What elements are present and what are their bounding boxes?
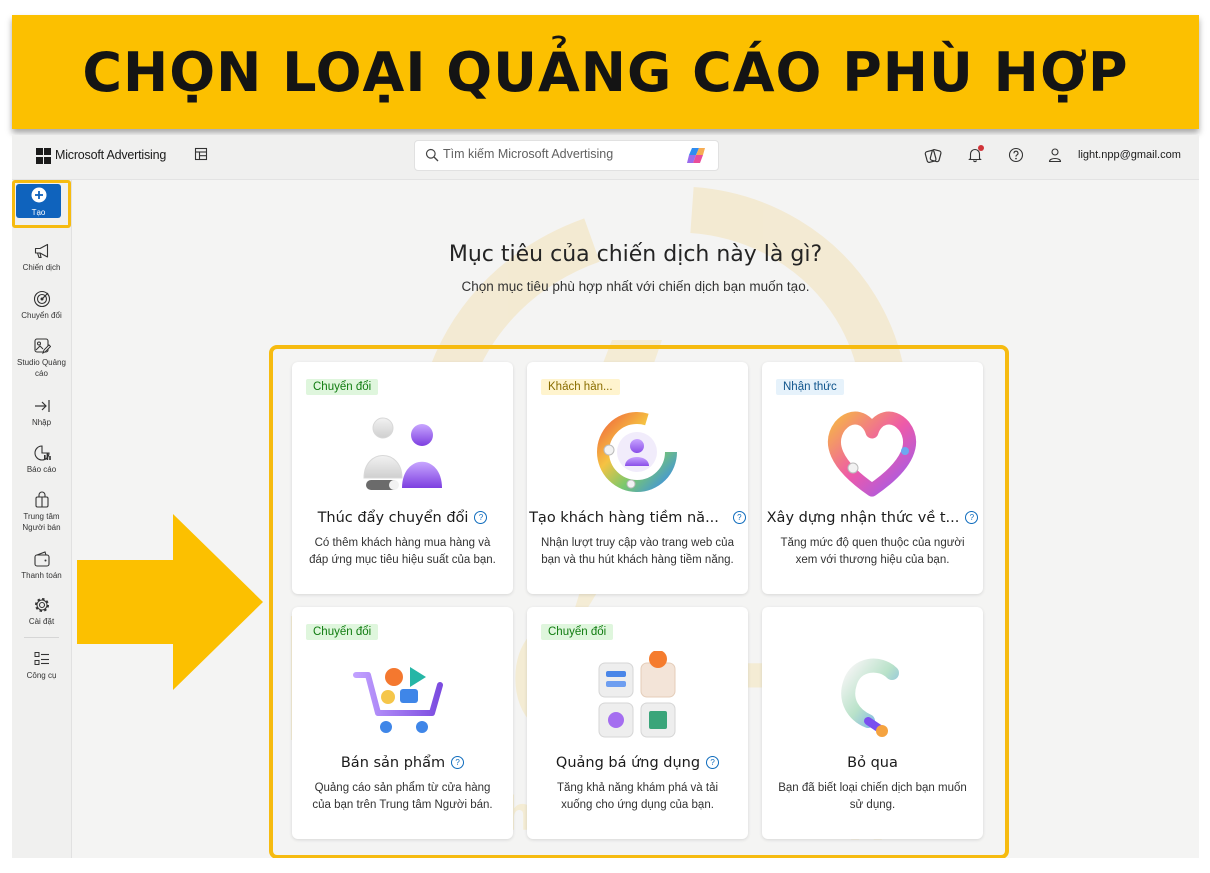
shopping-cart-icon xyxy=(353,667,443,733)
objective-card-conversions[interactable]: Chuyển đổi Thúc đẩy chuyển đổi? Có thêm … xyxy=(292,362,513,594)
objective-card-skip[interactable]: Bỏ qua Bạn đã biết loại chiến dịch bạn m… xyxy=(762,607,983,839)
card-title-text: Tạo khách hàng tiềm nă... xyxy=(529,510,719,526)
sidebar-item-merchant-center[interactable]: Trung tâm Người bán xyxy=(12,491,71,533)
card-badge: Khách hàn... xyxy=(541,379,620,395)
card-title: Xây dựng nhận thức về t...? xyxy=(762,510,983,526)
objective-card-sell-products[interactable]: Chuyển đổi Bán sản phẩm? Quảng cáo sản p… xyxy=(292,607,513,839)
search-icon xyxy=(425,148,439,162)
card-description: Bạn đã biết loại chiến dịch bạn muốn sử … xyxy=(778,782,967,811)
left-sidebar: Tạo Chiến dịch Chuyển đổi Studio Quảng c… xyxy=(12,180,72,858)
card-badge: Chuyển đổi xyxy=(541,624,614,640)
app-grid-icon xyxy=(598,651,676,738)
target-icon xyxy=(33,290,50,308)
page-title: Mục tiêu của chiến dịch này là gì? xyxy=(448,242,823,267)
sidebar-item-label: Chuyển đổi xyxy=(21,311,62,320)
card-badge: Chuyển đổi xyxy=(306,379,379,395)
page-subtitle: Chọn mục tiêu phù hợp nhất với chiến dịc… xyxy=(461,279,810,294)
info-icon[interactable]: ? xyxy=(965,511,979,524)
search-input[interactable] xyxy=(443,147,675,161)
import-arrow-icon xyxy=(34,400,50,412)
sidebar-item-billing[interactable]: Thanh toán xyxy=(12,550,71,581)
objective-card-leads[interactable]: Khách hàn... Tạo khách hàng tiềm nă...? … xyxy=(527,362,748,594)
sidebar-item-conversions[interactable]: Chuyển đổi xyxy=(12,290,71,321)
sidebar-divider xyxy=(24,637,59,638)
sidebar-item-label: Thanh toán xyxy=(21,571,62,580)
card-title: Tạo khách hàng tiềm nă...? xyxy=(527,510,748,526)
search-box[interactable] xyxy=(414,140,719,171)
tools-list-icon xyxy=(34,652,49,665)
wallet-icon xyxy=(33,551,50,567)
pointer-arrow-icon xyxy=(77,514,263,690)
brand-name[interactable]: Microsoft Advertising xyxy=(55,148,166,162)
card-title: Quảng bá ứng dụng? xyxy=(527,755,748,771)
card-description: Nhận lượt truy cập vào trang web của bạn… xyxy=(541,537,734,566)
help-icon[interactable] xyxy=(1008,147,1024,163)
card-description: Tăng mức độ quen thuộc của người xem với… xyxy=(780,537,965,566)
gear-icon xyxy=(34,598,49,612)
sidebar-item-label: Chiến dịch xyxy=(22,263,61,272)
card-title: Bán sản phẩm? xyxy=(292,755,513,771)
card-title-text: Xây dựng nhận thức về t... xyxy=(766,510,960,526)
info-icon[interactable]: ? xyxy=(732,511,746,524)
sidebar-item-import[interactable]: Nhập xyxy=(12,397,71,428)
sidebar-item-label: Cài đặt xyxy=(28,617,55,626)
card-title-text: Thúc đẩy chuyển đổi xyxy=(317,510,469,526)
card-title: Bỏ qua xyxy=(847,755,898,771)
lead-generation-icon xyxy=(597,412,677,492)
app-window: Microsoft Advertising light.npp@gmail.co… xyxy=(12,135,1199,858)
card-badge: Nhận thức xyxy=(776,379,844,395)
objective-card-promote-app[interactable]: Chuyển đổi Quảng bá ứng dụng? Tăng khả n… xyxy=(527,607,748,839)
card-description: Quảng cáo sản phẩm từ cửa hàng của bạn t… xyxy=(312,782,493,811)
plus-circle-icon xyxy=(31,187,47,203)
card-title-text: Quảng bá ứng dụng xyxy=(555,755,701,771)
objective-card-awareness[interactable]: Nhận thức Xây dựng nhận thức về t...? Tă… xyxy=(762,362,983,594)
shopping-bag-icon xyxy=(34,491,49,508)
info-icon[interactable]: ? xyxy=(474,511,488,524)
copilot-icon[interactable] xyxy=(686,146,706,166)
sidebar-item-label: Trung tâm Người bán xyxy=(22,512,61,532)
card-description: Tăng khả năng khám phá và tải xuống cho … xyxy=(556,782,719,811)
banner-title: CHỌN LOẠI QUẢNG CÁO PHÙ HỢP xyxy=(82,40,1129,104)
sidebar-item-ad-studio[interactable]: Studio Quảng cáo xyxy=(12,337,71,379)
info-icon[interactable]: ? xyxy=(706,756,720,769)
create-label: Tạo xyxy=(31,208,46,217)
sidebar-item-label: Báo cáo xyxy=(26,465,57,474)
create-button[interactable]: Tạo xyxy=(16,184,61,218)
microsoft-logo-icon[interactable] xyxy=(36,148,52,164)
copilot-chat-icon[interactable] xyxy=(924,147,942,165)
people-conversion-icon xyxy=(363,417,442,490)
app-launcher-icon[interactable] xyxy=(194,147,208,161)
sidebar-item-reports[interactable]: Báo cáo xyxy=(12,444,71,475)
sidebar-item-tools[interactable]: Công cụ xyxy=(12,650,71,681)
sidebar-item-campaigns[interactable]: Chiến dịch xyxy=(12,242,71,273)
image-edit-icon xyxy=(33,338,51,355)
user-avatar-icon[interactable] xyxy=(1047,147,1063,163)
card-description: Có thêm khách hàng mua hàng và đáp ứng m… xyxy=(309,537,496,566)
heart-awareness-icon xyxy=(827,411,917,497)
info-icon[interactable]: ? xyxy=(451,756,465,769)
top-bar: Microsoft Advertising light.npp@gmail.co… xyxy=(12,135,1199,180)
card-title-text: Bán sản phẩm xyxy=(340,755,446,771)
sidebar-item-label: Studio Quảng cáo xyxy=(17,358,66,378)
user-email[interactable]: light.npp@gmail.com xyxy=(1078,149,1181,161)
notification-bell[interactable] xyxy=(967,145,984,163)
card-title: Thúc đẩy chuyển đổi? xyxy=(292,510,513,526)
title-banner: CHỌN LOẠI QUẢNG CÁO PHÙ HỢP xyxy=(12,15,1199,129)
notification-badge xyxy=(978,145,984,151)
sidebar-item-label: Nhập xyxy=(31,418,52,427)
sidebar-item-label: Công cụ xyxy=(26,671,57,680)
report-chart-icon xyxy=(33,445,51,461)
skip-arrow-icon xyxy=(841,658,899,737)
megaphone-icon xyxy=(34,243,48,259)
card-badge: Chuyển đổi xyxy=(306,624,379,640)
sidebar-item-settings[interactable]: Cài đặt xyxy=(12,596,71,627)
